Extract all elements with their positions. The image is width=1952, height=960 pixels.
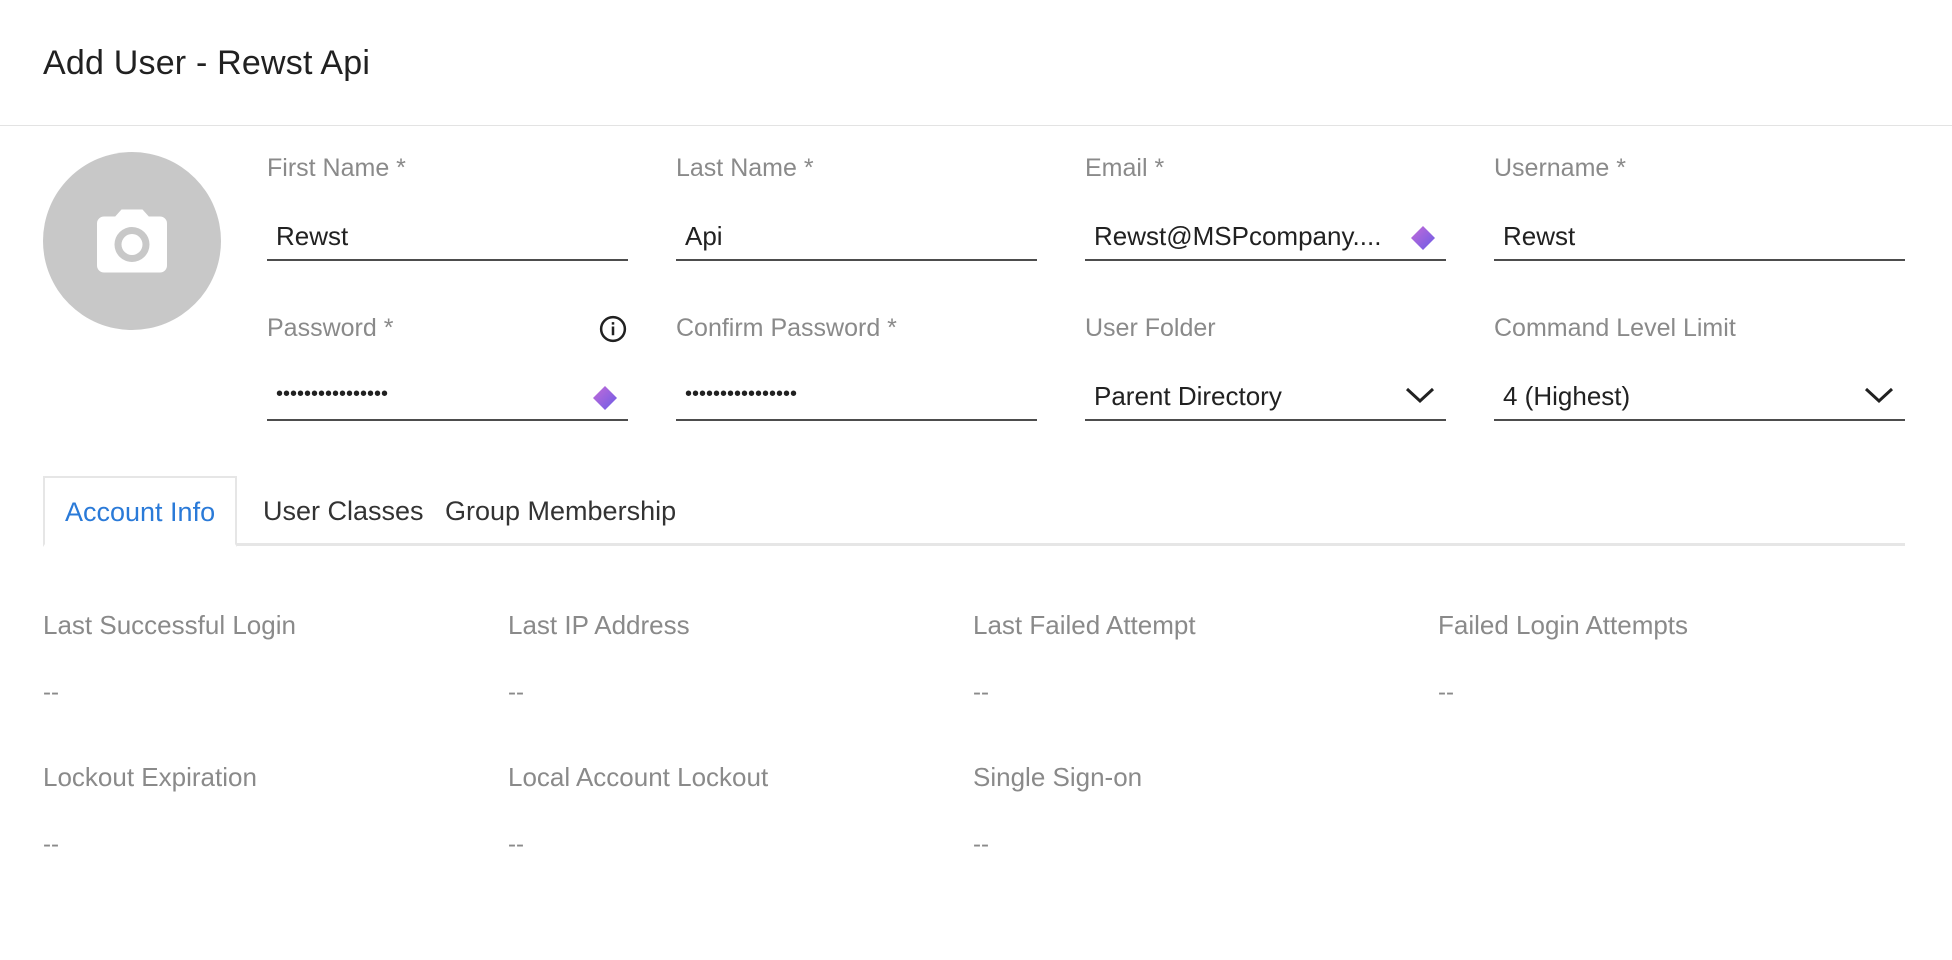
confirm-password-field: Confirm Password * •••••••••••••••• [676, 314, 1037, 426]
username-input[interactable]: Rewst [1494, 214, 1905, 261]
password-label: Password * [267, 314, 394, 342]
first-name-input[interactable]: Rewst [267, 214, 628, 261]
user-folder-label: User Folder [1085, 314, 1216, 342]
email-input[interactable]: Rewst@MSPcompany.... [1085, 214, 1446, 261]
info-value: -- [973, 831, 989, 858]
user-folder-select[interactable]: Parent Directory [1085, 374, 1446, 421]
info-value: -- [973, 679, 989, 706]
avatar-upload[interactable] [43, 152, 221, 330]
username-label: Username * [1494, 154, 1626, 182]
info-value: -- [1438, 679, 1454, 706]
info-value: -- [508, 831, 524, 858]
info-value: -- [508, 679, 524, 706]
password-field: Password * •••••••••••••••• [267, 314, 628, 426]
info-label: Last Successful Login [43, 610, 296, 640]
last-name-label: Last Name * [676, 154, 814, 182]
info-value: -- [43, 831, 59, 858]
password-manager-icon[interactable] [590, 383, 620, 413]
password-value: •••••••••••••••• [276, 383, 389, 405]
info-label: Lockout Expiration [43, 762, 257, 792]
chevron-down-icon [1405, 387, 1435, 404]
confirm-password-value: •••••••••••••••• [685, 383, 798, 405]
info-label: Last IP Address [508, 610, 690, 640]
command-level-value: 4 (Highest) [1503, 381, 1631, 411]
info-label: Failed Login Attempts [1438, 610, 1689, 640]
info-label: Local Account Lockout [508, 762, 769, 792]
info-label: Single Sign-on [973, 762, 1143, 792]
password-manager-icon[interactable] [1408, 223, 1438, 253]
info-last-failed-attempt: Last Failed Attempt -- [973, 610, 1196, 707]
dialog-header: Add User - Rewst Api [0, 0, 1952, 126]
username-value: Rewst [1503, 221, 1576, 251]
tab-bar: Account Info User Classes Group Membersh… [43, 476, 1905, 547]
user-folder-field: User Folder Parent Directory [1085, 314, 1446, 426]
last-name-input[interactable]: Api [676, 214, 1037, 261]
password-input[interactable]: •••••••••••••••• [267, 374, 628, 421]
chevron-down-icon [1864, 387, 1894, 404]
email-field: Email * Rewst@MSPcompany.... [1085, 154, 1446, 266]
email-value: Rewst@MSPcompany.... [1094, 221, 1382, 251]
username-field: Username * Rewst [1494, 154, 1905, 266]
last-name-field: Last Name * Api [676, 154, 1037, 266]
info-single-sign-on: Single Sign-on -- [973, 762, 1142, 859]
info-last-ip-address: Last IP Address -- [508, 610, 690, 707]
command-level-select[interactable]: 4 (Highest) [1494, 374, 1905, 421]
last-name-value: Api [685, 221, 723, 251]
email-label: Email * [1085, 154, 1165, 182]
first-name-value: Rewst [276, 221, 349, 251]
info-lockout-expiration: Lockout Expiration -- [43, 762, 257, 859]
info-local-account-lockout: Local Account Lockout -- [508, 762, 768, 859]
command-level-label: Command Level Limit [1494, 314, 1736, 342]
user-folder-value: Parent Directory [1094, 381, 1282, 411]
info-label: Last Failed Attempt [973, 610, 1196, 640]
info-icon[interactable] [598, 314, 628, 344]
page-title: Add User - Rewst Api [43, 44, 371, 82]
confirm-password-label: Confirm Password * [676, 314, 897, 342]
info-failed-login-attempts: Failed Login Attempts -- [1438, 610, 1688, 707]
tab-account-info[interactable]: Account Info [43, 476, 238, 547]
info-last-successful-login: Last Successful Login -- [43, 610, 296, 707]
tab-user-classes[interactable]: User Classes [243, 476, 444, 546]
camera-icon [97, 209, 167, 273]
info-value: -- [43, 679, 59, 706]
first-name-label: First Name * [267, 154, 406, 182]
tab-group-membership[interactable]: Group Membership [425, 476, 696, 546]
first-name-field: First Name * Rewst [267, 154, 628, 266]
confirm-password-input[interactable]: •••••••••••••••• [676, 374, 1037, 421]
command-level-field: Command Level Limit 4 (Highest) [1494, 314, 1905, 426]
